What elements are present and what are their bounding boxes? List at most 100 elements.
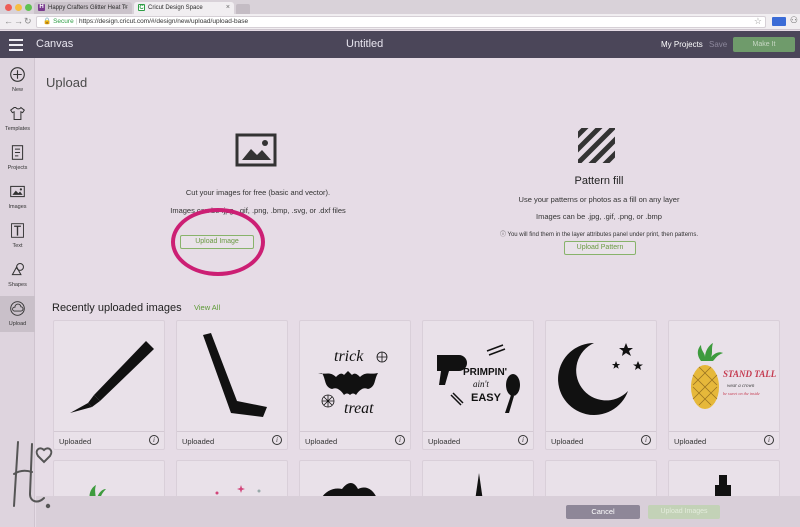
secure-label: Secure (53, 18, 74, 25)
lock-icon: 🔒 (43, 18, 52, 25)
uploaded-image-card[interactable] (668, 460, 780, 500)
sidebar-item-shapes[interactable]: Shapes (0, 257, 35, 293)
save-link[interactable]: Save (709, 40, 727, 49)
app-header: Canvas Untitled My Projects Save Make It (0, 31, 800, 58)
bow-thumbnail (321, 483, 378, 499)
recent-uploads-heading: Recently uploaded images (52, 302, 182, 314)
view-all-link[interactable]: View All (194, 303, 220, 312)
url-input[interactable]: 🔒 Secure | https://design.cricut.com/#/de… (36, 16, 766, 28)
sidebar-item-images[interactable]: Images (0, 179, 35, 215)
primpin-aint-easy-thumbnail: PRIMPIN' ain't EASY (437, 344, 520, 413)
uploaded-image-card[interactable]: PRIMPIN' ain't EASY Uploaded i (422, 320, 534, 450)
card-caption: Uploaded i (423, 431, 533, 450)
sidebar-item-new[interactable]: New (0, 62, 35, 98)
sidebar-item-projects[interactable]: Projects (0, 140, 35, 176)
art-text-easy: EASY (471, 392, 502, 404)
art-text-be-sweet: be sweet on the inside (723, 391, 760, 396)
window-zoom-dot[interactable] (25, 4, 32, 11)
forward-arrow-icon[interactable]: → (14, 16, 23, 26)
upload-main: Upload Cut your images for free (basic a… (36, 58, 800, 527)
uploaded-image-card[interactable] (53, 460, 165, 500)
sidebar-item-upload[interactable]: Upload (0, 296, 35, 332)
upload-images-button[interactable]: Upload Images (648, 505, 720, 519)
art-text-primpin: PRIMPIN' (463, 367, 507, 378)
uploaded-image-card[interactable]: STAND TALL wear a crown be sweet on the … (668, 320, 780, 450)
card-caption: Uploaded i (669, 431, 779, 450)
hamburger-menu-icon[interactable] (9, 39, 23, 51)
craft-knife-thumbnail (70, 341, 154, 413)
info-icon[interactable]: i (395, 435, 405, 445)
uploaded-image-card[interactable]: Uploaded i (176, 320, 288, 450)
art-text-stand-tall: STAND TALL (723, 369, 777, 379)
hockey-stick-thumbnail (203, 333, 267, 417)
pattern-fill-note: ⓘ You will find them in the layer attrib… (456, 229, 742, 238)
uploaded-image-card[interactable]: Uploaded i (53, 320, 165, 450)
info-icon[interactable]: i (764, 435, 774, 445)
uploaded-image-card[interactable] (545, 460, 657, 500)
card-label: Uploaded (182, 437, 215, 446)
sidebar-item-text[interactable]: Text (0, 218, 35, 254)
uploaded-image-card[interactable]: Uploaded i (545, 320, 657, 450)
window-close-dot[interactable] (5, 4, 12, 11)
sparkle-thumbnail (215, 485, 261, 495)
upload-image-formats: Images can be .jpg, .gif, .png, .bmp, .s… (170, 206, 346, 215)
pineapple-stand-tall-thumbnail: STAND TALL wear a crown be sweet on the … (691, 343, 777, 409)
plus-circle-icon (10, 67, 25, 82)
profile-icon[interactable]: ⚇ (790, 15, 798, 26)
document-title: Untitled (346, 38, 384, 50)
image-icon (10, 185, 25, 198)
make-it-button[interactable]: Make It (733, 37, 795, 52)
info-icon[interactable]: i (149, 435, 159, 445)
tab-close-icon[interactable]: × (226, 2, 230, 14)
url-text: https://design.cricut.com/#/design/new/u… (79, 18, 249, 25)
card-caption: Uploaded i (300, 431, 410, 450)
uploaded-image-card[interactable]: trick treat Uploaded i (299, 320, 411, 450)
info-icon[interactable]: i (641, 435, 651, 445)
bottle-thumbnail (715, 475, 731, 499)
page-title: Upload (46, 75, 88, 90)
card-caption: Uploaded i (54, 431, 164, 450)
sidebar-item-label: Shapes (8, 282, 27, 288)
pattern-stripes-icon (578, 128, 615, 163)
image-upload-icon (235, 133, 277, 167)
projects-icon (11, 145, 24, 160)
sidebar-item-label: Text (12, 243, 23, 249)
handwritten-logo-watermark (13, 441, 53, 509)
uploaded-image-card[interactable] (176, 460, 288, 500)
back-arrow-icon[interactable]: ← (4, 16, 13, 26)
canvas-link[interactable]: Canvas (36, 38, 73, 50)
plant-thumbnail (89, 485, 106, 499)
uploaded-image-card[interactable] (422, 460, 534, 500)
card-label: Uploaded (59, 437, 92, 446)
upload-pattern-button[interactable]: Upload Pattern (564, 241, 636, 255)
uploaded-image-card[interactable] (299, 460, 411, 500)
tab-close-icon[interactable]: × (124, 2, 128, 14)
extension-icon[interactable] (772, 17, 786, 26)
text-icon (11, 223, 24, 238)
info-icon: ⓘ (499, 232, 508, 238)
browser-tab-happy-crafters[interactable]: H Happy Crafters Glitter Heat Tr × (34, 2, 132, 14)
pattern-fill-note-text: You will find them in the layer attribut… (507, 232, 699, 238)
moon-stars-thumbnail (558, 343, 643, 415)
card-caption: Uploaded i (177, 431, 287, 450)
my-projects-link[interactable]: My Projects (661, 40, 703, 49)
upload-image-panel: Cut your images for free (basic and vect… (116, 130, 400, 270)
cloud-upload-icon (10, 301, 25, 316)
sidebar-item-templates[interactable]: Templates (0, 101, 35, 137)
trick-treat-bat-thumbnail: trick treat (318, 348, 388, 417)
bookmark-star-icon[interactable]: ☆ (754, 16, 762, 27)
browser-tab-cricut[interactable]: C Cricut Design Space × (134, 2, 234, 14)
pattern-fill-description: Use your patterns or photos as a fill on… (518, 195, 680, 204)
new-tab-button[interactable] (236, 4, 250, 14)
tab-favicon-icon: H (38, 4, 45, 11)
address-bar: ← → ↻ 🔒 Secure | https://design.cricut.co… (0, 14, 800, 30)
sidebar-item-label: Upload (8, 321, 27, 327)
cancel-button[interactable]: Cancel (566, 505, 640, 519)
sidebar-item-label: Templates (4, 126, 31, 132)
info-icon[interactable]: i (518, 435, 528, 445)
window-minimize-dot[interactable] (15, 4, 22, 11)
pattern-fill-title: Pattern fill (574, 175, 624, 187)
upload-image-button[interactable]: Upload Image (180, 235, 254, 249)
reload-icon[interactable]: ↻ (24, 16, 32, 27)
info-icon[interactable]: i (272, 435, 282, 445)
